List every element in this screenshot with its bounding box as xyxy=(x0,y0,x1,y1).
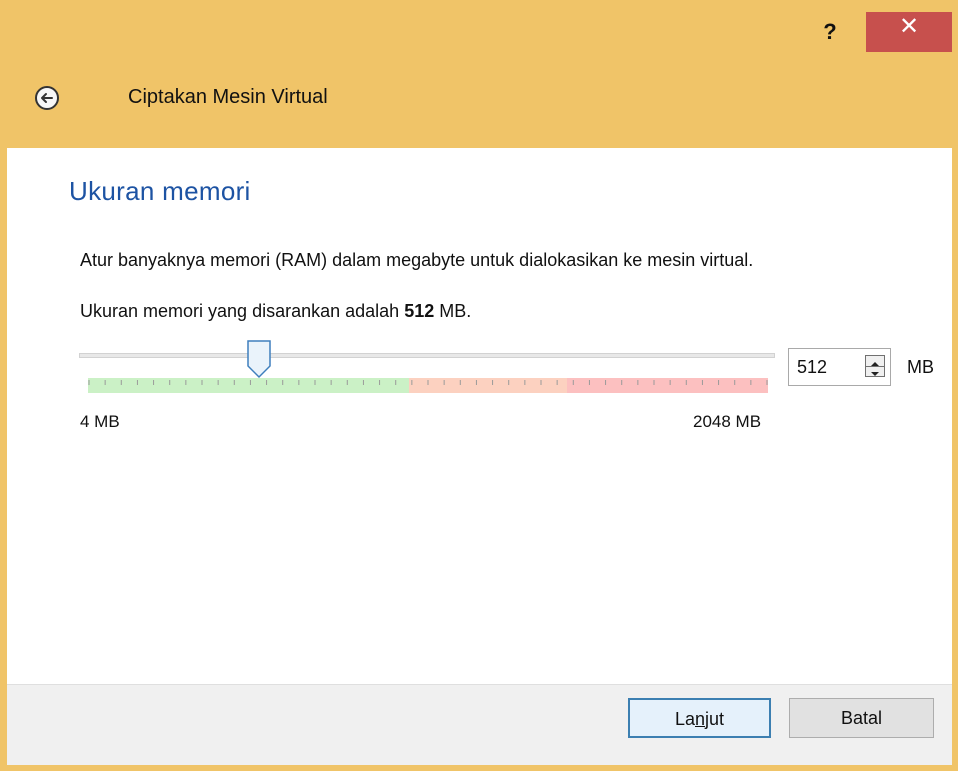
wizard-title: Ciptakan Mesin Virtual xyxy=(128,86,328,108)
recommend-suffix: MB. xyxy=(434,301,472,321)
dialog-window: ? ✕ Ciptakan Mesin Virtual Ukuran memori… xyxy=(0,0,958,771)
memory-spinbox[interactable] xyxy=(788,348,891,386)
recommended-memory-text: Ukuran memori yang disarankan adalah 512… xyxy=(80,301,471,322)
close-button[interactable]: ✕ xyxy=(866,12,952,52)
next-label-b: jut xyxy=(705,709,725,729)
recommend-value: 512 xyxy=(404,301,435,321)
memory-slider-track[interactable] xyxy=(79,353,775,358)
next-label-a: La xyxy=(674,709,695,729)
memory-slider-thumb[interactable] xyxy=(247,340,271,380)
memory-input[interactable] xyxy=(797,357,852,378)
next-label-mnemonic: n xyxy=(695,709,706,729)
back-arrow-icon[interactable] xyxy=(35,86,59,110)
spin-buttons xyxy=(865,355,885,377)
memory-unit-label: MB xyxy=(907,357,934,377)
slider-min-label: 4 MB xyxy=(80,412,120,431)
slider-ticks xyxy=(88,380,768,385)
content-panel xyxy=(7,148,952,684)
cancel-button[interactable]: Batal xyxy=(789,698,934,738)
help-button[interactable]: ? xyxy=(808,12,852,52)
spin-down-icon[interactable] xyxy=(866,366,884,376)
memory-description: Atur banyaknya memori (RAM) dalam megaby… xyxy=(80,250,754,270)
page-title: Ukuran memori xyxy=(69,176,251,206)
next-button[interactable]: Lanjut xyxy=(628,698,771,738)
slider-max-label: 2048 MB xyxy=(693,412,762,431)
recommend-prefix: Ukuran memori yang disarankan adalah xyxy=(80,301,405,321)
